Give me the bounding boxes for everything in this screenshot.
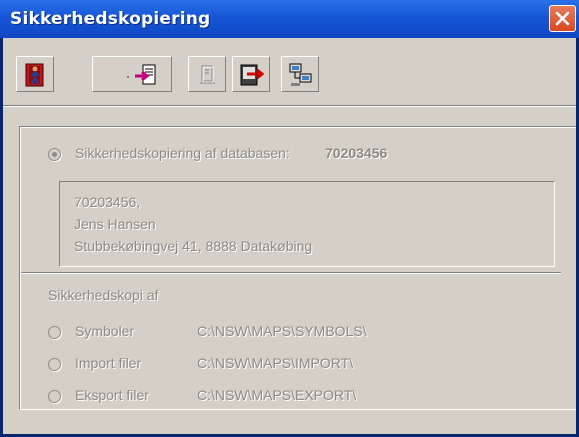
restore-button[interactable] bbox=[232, 56, 270, 92]
backup-options-panel: Sikkerhedskopiering af databasen: 702034… bbox=[19, 126, 576, 410]
import-path: C:\NSW\MAPS\IMPORT\ bbox=[197, 355, 354, 371]
import-label: Import filer bbox=[75, 355, 142, 371]
backup-arrow-icon bbox=[127, 64, 156, 85]
import-radio[interactable] bbox=[48, 358, 61, 371]
network-button[interactable] bbox=[281, 56, 319, 92]
database-radio-label: Sikkerhedskopiering af databasen: bbox=[75, 145, 290, 161]
database-number: 70203456 bbox=[325, 145, 388, 161]
section-divider bbox=[21, 272, 561, 274]
device-icon bbox=[200, 65, 215, 84]
database-radio[interactable] bbox=[48, 148, 61, 161]
exit-door-icon bbox=[25, 63, 44, 87]
export-path: C:\NSW\MAPS\EXPORT\ bbox=[197, 387, 357, 403]
toolbar bbox=[3, 38, 576, 106]
symbols-label: Symboler bbox=[75, 323, 135, 339]
exit-button[interactable] bbox=[16, 56, 54, 92]
info-line-number: 70203456, bbox=[74, 194, 141, 210]
export-label: Eksport filer bbox=[75, 387, 149, 403]
info-line-address: Stubbekøbingvej 41, 8888 Datakøbing bbox=[74, 238, 313, 254]
symbols-path: C:\NSW\MAPS\SYMBOLS\ bbox=[197, 323, 367, 339]
panel-inner: Sikkerhedskopiering af databasen: 702034… bbox=[20, 127, 576, 409]
title-bar[interactable]: Sikkerhedskopiering bbox=[0, 0, 579, 38]
network-computers-icon bbox=[289, 63, 312, 86]
backup-button[interactable] bbox=[92, 56, 172, 92]
export-radio[interactable] bbox=[48, 390, 61, 403]
window-title: Sikkerhedskopiering bbox=[10, 9, 211, 29]
device-button[interactable] bbox=[188, 56, 226, 92]
copy-heading: Sikkerhedskopi af bbox=[48, 287, 159, 303]
close-icon bbox=[555, 11, 570, 26]
symbols-radio[interactable] bbox=[48, 326, 61, 339]
backup-window: Sikkerhedskopiering Sikkerhedskopiering … bbox=[0, 0, 579, 437]
toolbar-separator bbox=[3, 105, 576, 107]
database-info-box: 70203456, Jens Hansen Stubbekøbingvej 41… bbox=[59, 181, 555, 267]
restore-arrow-icon bbox=[240, 64, 265, 86]
close-button[interactable] bbox=[549, 5, 576, 32]
info-line-name: Jens Hansen bbox=[74, 216, 156, 232]
